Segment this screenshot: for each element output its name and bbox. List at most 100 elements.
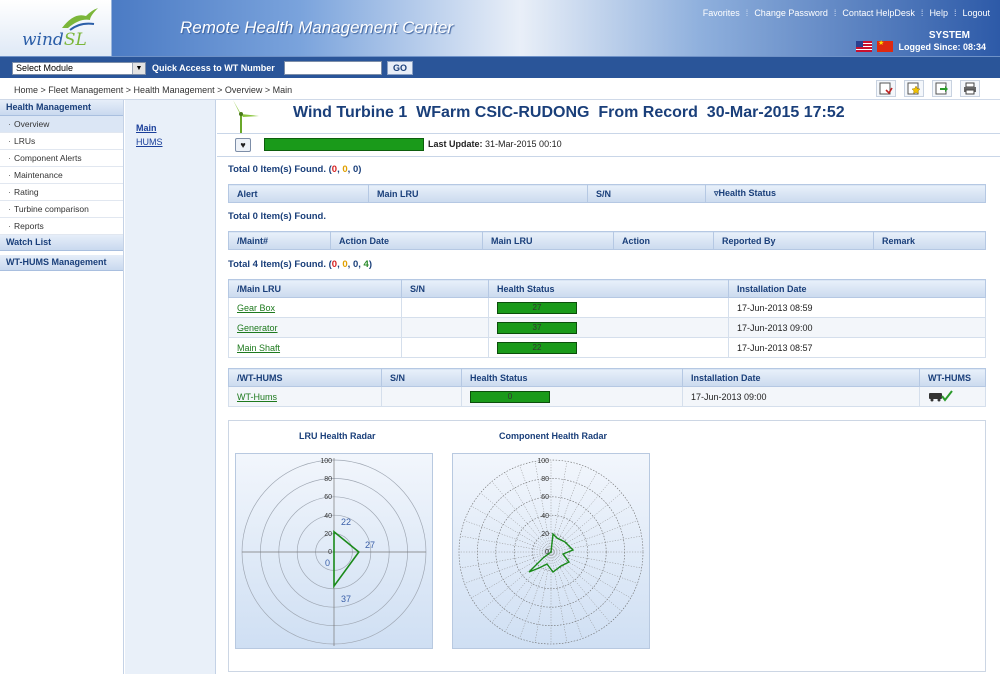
module-select[interactable]: Select Module ▼ <box>12 62 146 75</box>
radar-spoke <box>550 551 622 612</box>
health-bar: 27 <box>497 301 577 314</box>
breadcrumb-row: Home > Fleet Management > Health Managem… <box>0 78 1000 100</box>
page-tools <box>876 80 980 97</box>
report-icon[interactable] <box>876 80 896 97</box>
col-installation-date[interactable]: Installation Date <box>728 279 986 298</box>
help-link[interactable]: Help <box>929 8 948 18</box>
breadcrumb[interactable]: Home > Fleet Management > Health Managem… <box>14 85 292 95</box>
radar-spoke <box>550 492 622 553</box>
nav-watch-list[interactable]: Watch List <box>0 235 123 251</box>
col-action-date[interactable]: Action Date <box>330 231 483 250</box>
nav-item-overview[interactable]: Overview <box>0 116 123 133</box>
col-action[interactable]: Action <box>613 231 714 250</box>
subnav-main-link[interactable]: Main <box>136 123 157 133</box>
left-navigation: Health Management Overview LRUs Componen… <box>0 100 124 674</box>
favorite-star-icon[interactable] <box>904 80 924 97</box>
nav-item-component-alerts[interactable]: Component Alerts <box>0 150 123 167</box>
wind-turbine-icon <box>229 100 259 134</box>
col-reported-by[interactable]: Reported By <box>713 231 874 250</box>
col-health-status[interactable]: Health Status <box>461 368 683 387</box>
lru-link-main-shaft[interactable]: Main Shaft <box>237 343 280 353</box>
add-favorite-heart-icon[interactable]: ♥ <box>235 138 251 152</box>
wt-hums-ok-check-icon[interactable] <box>928 389 954 402</box>
col-wt-hums-status[interactable]: WT-HUMS <box>919 368 986 387</box>
tick-label: 0 <box>328 549 332 556</box>
lru-health-radar: 100 80 60 40 20 0 22 27 37 0 <box>235 453 433 649</box>
china-flag-icon[interactable] <box>877 39 893 52</box>
tick-label: 20 <box>541 531 549 538</box>
overall-status-bar <box>264 138 424 151</box>
lru-table: /Main LRU S/N Health Status Installation… <box>228 279 986 358</box>
radar-spoke <box>471 551 552 599</box>
health-bar: 22 <box>497 341 577 354</box>
radar-spoke <box>480 492 552 553</box>
nav-wt-hums-management[interactable]: WT-HUMS Management <box>0 255 123 271</box>
nav-item-reports[interactable]: Reports <box>0 218 123 235</box>
col-installation-date[interactable]: Installation Date <box>682 368 920 387</box>
col-main-lru[interactable]: Main LRU <box>368 184 588 203</box>
export-icon[interactable] <box>932 80 952 97</box>
tick-label: 100 <box>320 458 332 465</box>
favorites-link[interactable]: Favorites <box>703 8 740 18</box>
logout-link[interactable]: Logout <box>962 8 990 18</box>
col-wt-hums[interactable]: /WT-HUMS <box>228 368 382 387</box>
col-alert[interactable]: Alert <box>228 184 369 203</box>
nav-health-management[interactable]: Health Management <box>0 100 123 116</box>
module-select-value: Select Module <box>16 63 74 73</box>
table-row: WT-Hums 0 17-Jun-2013 09:00 <box>228 386 986 407</box>
contact-helpdesk-link[interactable]: Contact HelpDesk <box>842 8 915 18</box>
nav-item-maintenance[interactable]: Maintenance <box>0 167 123 184</box>
page-title: Wind Turbine 1 WFarm CSIC-RUDONG From Re… <box>293 104 845 121</box>
nav-item-turbine-comparison[interactable]: Turbine comparison <box>0 201 123 218</box>
print-icon[interactable] <box>960 80 980 97</box>
radar-spoke <box>550 551 611 623</box>
maintenance-table: /Maint# Action Date Main LRU Action Repo… <box>228 231 986 250</box>
col-maint-number[interactable]: /Maint# <box>228 231 331 250</box>
wt-hums-link[interactable]: WT-Hums <box>237 392 277 402</box>
app-header: windSL Remote Health Management Center F… <box>0 0 1000 56</box>
last-update: Last Update: 31-Mar-2015 00:10 <box>428 139 562 149</box>
radar-spoke <box>460 551 552 569</box>
radar-spoke <box>550 551 631 599</box>
radar-value-label: 22 <box>341 517 351 527</box>
col-main-lru[interactable]: /Main LRU <box>228 279 402 298</box>
logo-text: windSL <box>22 30 87 50</box>
user-name: SYSTEM <box>928 30 970 41</box>
component-radar-title: Component Health Radar <box>499 431 608 441</box>
chevron-down-icon[interactable]: ▼ <box>132 63 145 74</box>
lru-total: Total 4 Item(s) Found. (0, 0, 0, 4) <box>228 259 372 270</box>
lru-link-generator[interactable]: Generator <box>237 323 278 333</box>
col-sn[interactable]: S/N <box>401 279 489 298</box>
table-row: Generator 37 17-Jun-2013 09:00 <box>228 317 986 338</box>
nav-item-rating[interactable]: Rating <box>0 184 123 201</box>
go-button[interactable]: GO <box>387 61 413 75</box>
health-bar: 37 <box>497 321 577 334</box>
col-main-lru[interactable]: Main LRU <box>482 231 614 250</box>
alerts-total: Total 0 Item(s) Found. (0, 0, 0) <box>228 164 362 175</box>
col-sn[interactable]: S/N <box>587 184 706 203</box>
col-sn[interactable]: S/N <box>381 368 462 387</box>
radar-spoke <box>491 551 552 623</box>
alerts-table: Alert Main LRU S/N ▿Health Status <box>228 184 986 203</box>
col-health-status[interactable]: Health Status <box>488 279 729 298</box>
logo[interactable]: windSL <box>0 0 112 56</box>
nav-item-lrus[interactable]: LRUs <box>0 133 123 150</box>
col-health-status[interactable]: ▿Health Status <box>705 184 986 203</box>
quick-access-input[interactable] <box>284 61 382 75</box>
us-flag-icon[interactable] <box>856 41 872 52</box>
radar-spoke <box>550 535 642 553</box>
col-remark[interactable]: Remark <box>873 231 986 250</box>
radar-value-label: 37 <box>341 594 351 604</box>
change-password-link[interactable]: Change Password <box>754 8 828 18</box>
tick-label: 40 <box>324 513 332 520</box>
table-row: Main Shaft 22 17-Jun-2013 08:57 <box>228 337 986 358</box>
radar-spoke <box>550 551 642 569</box>
component-health-radar: 100 80 60 40 20 0 <box>452 453 650 649</box>
tick-label: 60 <box>541 494 549 501</box>
lru-link-gear-box[interactable]: Gear Box <box>237 303 275 313</box>
radar-spoke <box>550 551 583 639</box>
subnav-hums-link[interactable]: HUMS <box>136 137 163 147</box>
table-row: Gear Box 27 17-Jun-2013 08:59 <box>228 297 986 318</box>
quick-access-label: Quick Access to WT Number <box>152 63 275 73</box>
radar-value-label: 0 <box>325 558 330 568</box>
